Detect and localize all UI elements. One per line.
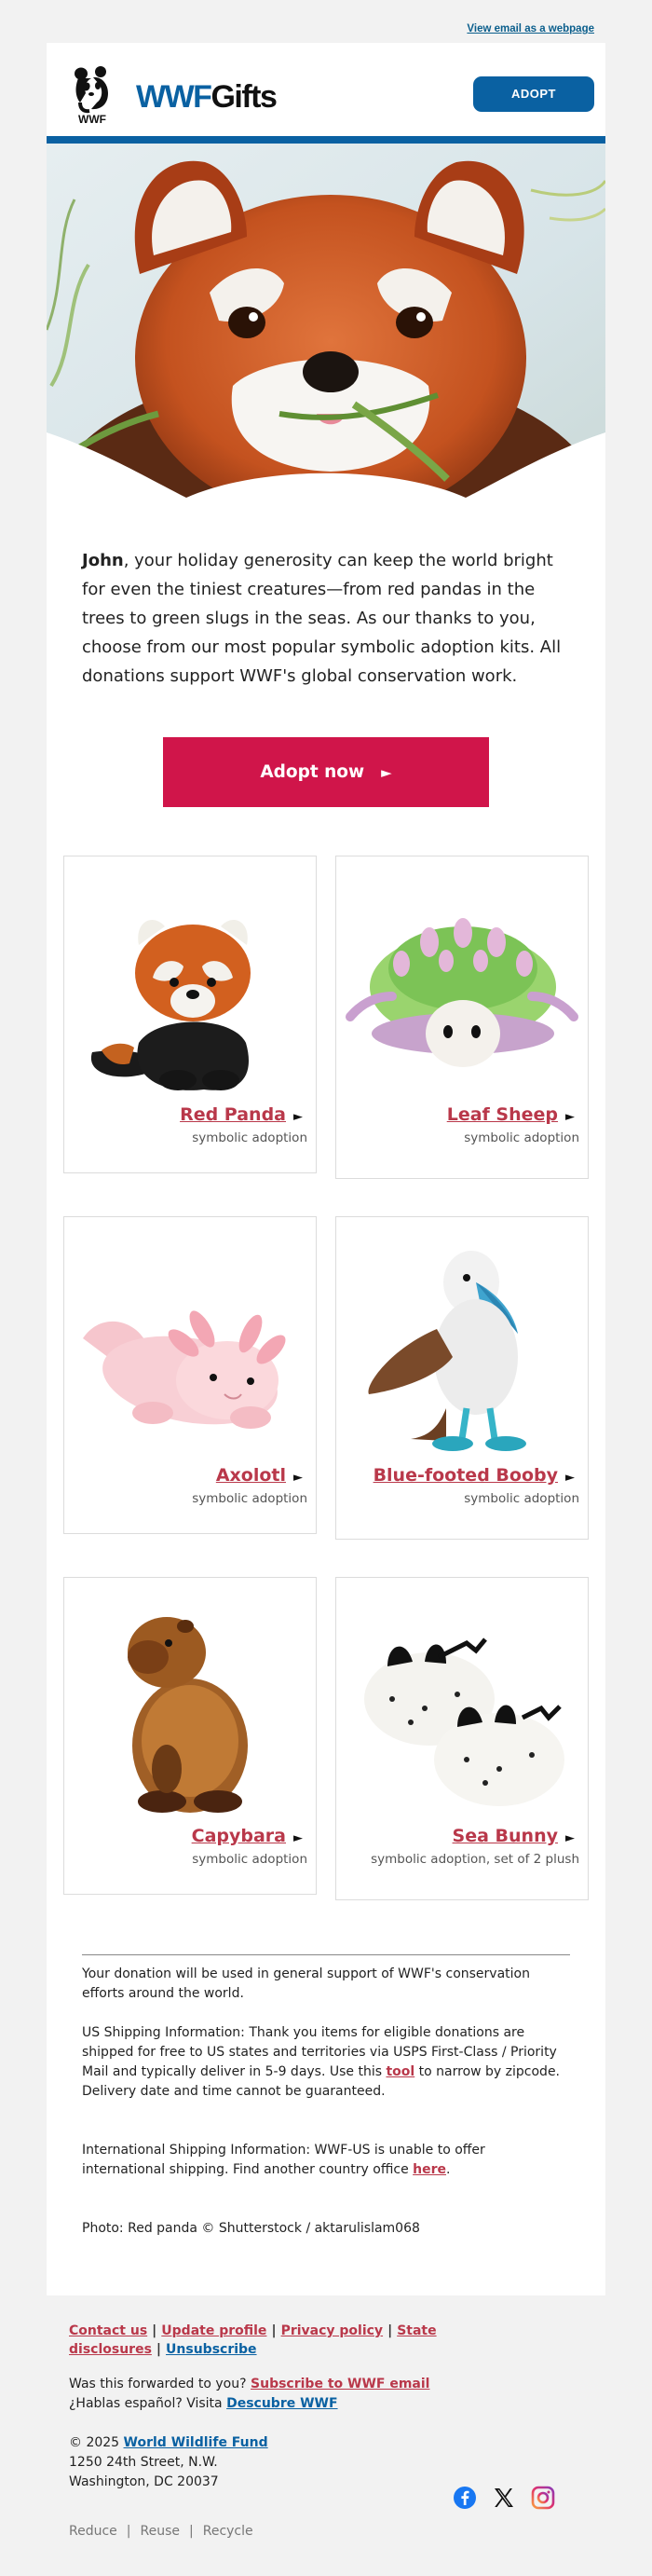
product-row: Axolotl ► symbolic adoption Blue-footed … — [63, 1216, 589, 1540]
email-card: WWF WWFGifts ADOPT John, your holiday ge… — [47, 43, 605, 2295]
product-subtitle: symbolic adoption, set of 2 plush — [371, 1852, 579, 1867]
photo-credit: Photo: Red panda © Shutterstock / aktaru… — [82, 2221, 420, 2236]
spanish-text: ¿Hablas español? Visita — [69, 2396, 227, 2411]
intro-text: , your holiday generosity can keep the w… — [82, 551, 562, 686]
wwf-panda-logo-icon[interactable]: WWF — [71, 65, 115, 125]
view-webpage-link[interactable]: View email as a webpage — [467, 23, 594, 34]
red-panda-plush-image[interactable] — [64, 856, 316, 1103]
play-arrow-icon: ► — [381, 764, 392, 781]
product-name[interactable]: Sea Bunny — [453, 1826, 558, 1846]
address-line-1: 1250 24th Street, N.W. — [69, 2455, 218, 2470]
axolotl-plush-image[interactable] — [64, 1217, 316, 1464]
product-tile-leaf-sheep[interactable]: Leaf Sheep ► symbolic adoption — [335, 856, 589, 1179]
intl-shipping-text-end: . — [446, 2162, 451, 2177]
subscribe-link[interactable]: Subscribe to WWF email — [251, 2377, 429, 2391]
wwf-org-link[interactable]: World Wildlife Fund — [124, 2435, 268, 2450]
fine-print: Your donation will be used in general su… — [47, 1938, 605, 2295]
preheader: View email as a webpage — [0, 0, 652, 43]
update-profile-link[interactable]: Update profile — [161, 2323, 266, 2338]
intro-paragraph: John, your holiday generosity can keep t… — [47, 524, 605, 691]
product-name[interactable]: Blue-footed Booby — [374, 1465, 558, 1486]
product-name[interactable]: Leaf Sheep — [447, 1104, 558, 1125]
forwarded-line: Was this forwarded to you? Subscribe to … — [69, 2375, 583, 2394]
product-tile-red-panda[interactable]: Red Panda ► symbolic adoption — [63, 856, 317, 1173]
product-name[interactable]: Red Panda — [180, 1104, 286, 1125]
adopt-now-label: Adopt now — [260, 762, 365, 782]
product-subtitle: symbolic adoption — [192, 1852, 307, 1867]
product-subtitle: symbolic adoption — [192, 1130, 307, 1145]
play-arrow-icon: ► — [565, 1471, 575, 1485]
instagram-icon[interactable] — [531, 2486, 555, 2510]
product-subtitle: symbolic adoption — [192, 1491, 307, 1506]
unsubscribe-link[interactable]: Unsubscribe — [166, 2342, 257, 2357]
play-arrow-icon: ► — [565, 1831, 575, 1845]
product-name[interactable]: Capybara — [192, 1826, 286, 1846]
product-subtitle: symbolic adoption — [464, 1491, 579, 1506]
x-icon[interactable] — [492, 2486, 516, 2510]
recipient-name: John — [82, 551, 124, 570]
capybara-plush-image[interactable] — [64, 1578, 316, 1825]
privacy-policy-link[interactable]: Privacy policy — [281, 2323, 384, 2338]
spanish-line: ¿Hablas español? Visita Descubre WWF — [69, 2394, 583, 2414]
us-shipping-note: US Shipping Information: Thank you items… — [82, 2023, 570, 2102]
social-icons — [453, 2486, 555, 2510]
product-grid: Red Panda ► symbolic adoption Leaf Sheep… — [47, 856, 605, 1900]
product-tile-axolotl[interactable]: Axolotl ► symbolic adoption — [63, 1216, 317, 1534]
wordmark-brand: WWF — [136, 79, 212, 115]
wordmark-suffix: Gifts — [211, 79, 277, 115]
logo-text: WWF — [78, 113, 106, 125]
product-name[interactable]: Axolotl — [216, 1465, 286, 1486]
adopt-now-button[interactable]: Adopt now ► — [163, 737, 489, 807]
copyright-text: © 2025 — [69, 2435, 124, 2450]
reduce-text: Reduce — [69, 2524, 117, 2539]
descubre-wwf-link[interactable]: Descubre WWF — [226, 2396, 337, 2411]
product-row: Capybara ► symbolic adoption Sea Bunny ►… — [63, 1577, 589, 1900]
product-tile-sea-bunny[interactable]: Sea Bunny ► symbolic adoption, set of 2 p… — [335, 1577, 589, 1900]
divider — [82, 1954, 570, 1955]
play-arrow-icon: ► — [293, 1471, 303, 1485]
product-subtitle: symbolic adoption — [464, 1130, 579, 1145]
play-arrow-icon: ► — [293, 1831, 303, 1845]
recycle-text: Recycle — [202, 2524, 253, 2539]
facebook-icon[interactable] — [453, 2486, 477, 2510]
cta-wrapper: Adopt now ► — [47, 691, 605, 856]
reuse-text: Reuse — [140, 2524, 181, 2539]
reduce-reuse-recycle: Reduce | Reuse | Recycle — [69, 2524, 253, 2539]
product-tile-blue-footed-booby[interactable]: Blue-footed Booby ► symbolic adoption — [335, 1216, 589, 1540]
play-arrow-icon: ► — [293, 1110, 303, 1124]
leaf-sheep-plush-image[interactable] — [336, 856, 588, 1103]
email-header: WWF WWFGifts ADOPT — [47, 43, 605, 144]
donation-note: Your donation will be used in general su… — [82, 1966, 530, 2001]
email-footer: Contact us | Update profile | Privacy policy… — [47, 2295, 605, 2576]
booby-plush-image[interactable] — [336, 1217, 588, 1464]
footer-links: Contact us | Update profile | Privacy policy… — [69, 2323, 437, 2357]
zipcode-tool-link[interactable]: tool — [386, 2064, 414, 2079]
country-office-link[interactable]: here — [413, 2162, 446, 2177]
adopt-button[interactable]: ADOPT — [473, 76, 594, 112]
sea-bunny-plush-image[interactable] — [336, 1578, 588, 1825]
address-block: © 2025 World Wildlife Fund 1250 24th Str… — [69, 2433, 583, 2492]
product-tile-capybara[interactable]: Capybara ► symbolic adoption — [63, 1577, 317, 1895]
intl-shipping-note: International Shipping Information: WWF-… — [82, 2141, 570, 2180]
play-arrow-icon: ► — [565, 1110, 575, 1124]
wwf-gifts-wordmark[interactable]: WWFGifts — [136, 79, 278, 115]
hero-red-panda-photo[interactable] — [47, 144, 605, 524]
contact-us-link[interactable]: Contact us — [69, 2323, 147, 2338]
product-row: Red Panda ► symbolic adoption Leaf Sheep… — [63, 856, 589, 1179]
forwarded-text: Was this forwarded to you? — [69, 2377, 251, 2391]
